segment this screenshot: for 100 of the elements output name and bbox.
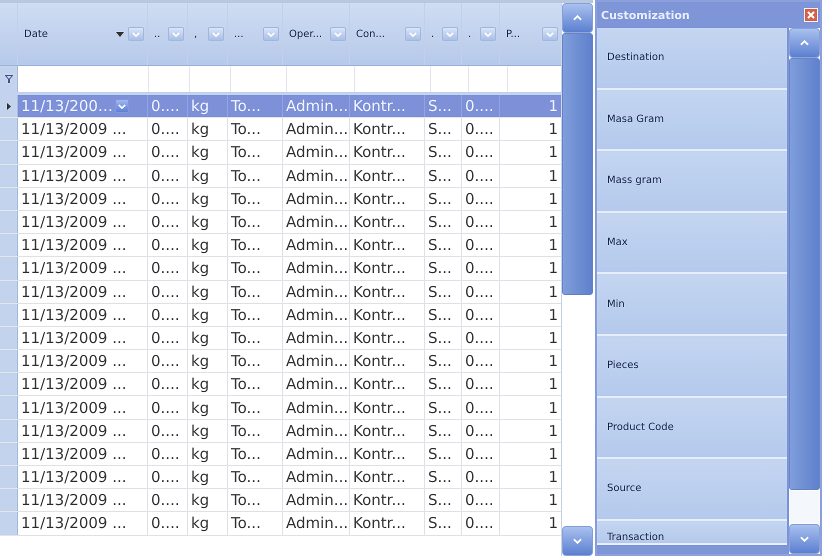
chevron-down-icon	[118, 104, 126, 109]
table-cell: 0....	[465, 120, 494, 138]
table-cell: 1	[548, 468, 558, 486]
table-cell: Admin...	[286, 398, 348, 417]
table-cell: Admin...	[286, 468, 348, 486]
column-header[interactable]: .	[431, 28, 438, 40]
table-row[interactable]: 11/13/2009 ... 0.... kg To... Admin... Kontr... S... 0.... 1	[0, 188, 561, 211]
filter-dropdown-button[interactable]	[442, 27, 458, 41]
table-cell: 11/13/2009 ...	[21, 328, 127, 347]
table-cell: Admin...	[286, 236, 348, 254]
table-cell: kg	[191, 306, 210, 324]
column-header[interactable]: P...	[506, 28, 538, 40]
chevron-down-icon	[446, 32, 454, 36]
filter-dropdown-button[interactable]	[263, 27, 279, 41]
column-chooser-item[interactable]: Pieces	[597, 336, 787, 398]
column-chooser-item[interactable]: Transaction	[597, 520, 787, 545]
table-cell: 0....	[151, 236, 180, 254]
filter-dropdown-button[interactable]	[330, 27, 346, 41]
table-cell: S...	[428, 97, 452, 116]
table-row[interactable]: 11/13/2009 ... 0.... kg To... Admin... Kontr... S... 0.... 1	[0, 257, 561, 280]
table-cell: 1	[548, 213, 558, 232]
table-row[interactable]: 11/13/2009 ... 0.... kg To... Admin... Kontr... S... 0.... 1	[0, 304, 561, 327]
table-cell: Kontr...	[353, 514, 406, 532]
filter-dropdown-button[interactable]	[542, 27, 558, 41]
column-header[interactable]: Oper...	[289, 28, 326, 40]
table-cell: Admin...	[286, 120, 348, 138]
table-cell: 1	[548, 514, 558, 532]
table-cell: Kontr...	[353, 236, 406, 254]
scroll-up-button[interactable]	[562, 3, 593, 33]
column-header[interactable]: ..	[154, 28, 164, 40]
table-cell: Admin...	[286, 259, 348, 278]
table-row[interactable]: 11/13/2009 ... 0.... kg To... Admin... Kontr... S... 0.... 1	[0, 280, 561, 304]
table-row[interactable]: 11/13/2009 ... 0.... kg To... Admin... Kontr... S... 0.... 1	[0, 210, 561, 234]
table-cell: 0....	[465, 491, 494, 510]
table-cell: Kontr...	[353, 468, 406, 486]
column-chooser-item[interactable]: Min	[597, 274, 787, 336]
filter-dropdown-button[interactable]	[128, 27, 144, 41]
column-header[interactable]: ,	[194, 28, 204, 40]
table-cell: 11/13/2009 ...	[21, 236, 127, 254]
table-cell: kg	[191, 422, 210, 440]
column-header[interactable]: .	[468, 28, 476, 40]
close-button[interactable]	[804, 8, 818, 22]
table-row[interactable]: 11/13/2009 ... 0.... kg To... Admin... Kontr... S... 0.... 1	[0, 420, 561, 443]
column-header[interactable]: Date	[24, 28, 112, 40]
column-chooser-item[interactable]: Source	[597, 459, 787, 521]
chevron-down-icon	[334, 32, 342, 36]
chevron-down-icon	[267, 32, 275, 36]
scroll-up-button[interactable]	[789, 28, 820, 58]
column-chooser-item[interactable]: Masa Gram	[597, 90, 787, 152]
filter-dropdown-button[interactable]	[405, 27, 421, 41]
table-cell: 11/13/2009 ...	[21, 282, 127, 301]
column-chooser-item[interactable]: Mass gram	[597, 151, 787, 213]
table-row[interactable]: 11/13/2009 ... 0.... kg To... Admin... Kontr... S... 0.... 1	[0, 373, 561, 396]
table-cell: 0....	[151, 352, 180, 370]
table-row[interactable]: 11/13/2009 ... 0.... kg To... Admin... Kontr... S... 0.... 1	[0, 164, 561, 188]
scrollbar-thumb[interactable]	[789, 58, 820, 490]
table-cell: kg	[191, 282, 210, 301]
table-row[interactable]: 11/13/2009 ... 0.... kg To... Admin... Kontr... S... 0.... 1	[0, 234, 561, 258]
column-header[interactable]: ...	[234, 28, 259, 40]
table-row[interactable]: 11/13/2009 ... 0.... kg To... Admin... Kontr... S... 0.... 1	[0, 489, 561, 512]
table-cell: 0....	[151, 166, 180, 185]
scroll-down-button[interactable]	[562, 526, 593, 556]
table-cell: 11/13/2009 ...	[21, 398, 127, 417]
table-cell: 0....	[151, 213, 180, 232]
scrollbar-thumb[interactable]	[562, 33, 593, 295]
table-cell: Kontr...	[353, 166, 406, 185]
table-cell: Admin...	[286, 97, 348, 116]
table-cell: Admin...	[286, 143, 348, 162]
column-chooser-item[interactable]: Destination	[597, 28, 787, 90]
table-cell: S...	[428, 190, 452, 208]
filter-dropdown-button[interactable]	[480, 27, 496, 41]
table-cell: 0....	[465, 259, 494, 278]
table-row[interactable]: 11/13/2009 ... 0.... kg To... Admin... Kontr... S... 0.... 1	[0, 466, 561, 490]
table-row[interactable]: 11/13/2009 ... 0.... kg To... Admin... Kontr... S... 0.... 1	[0, 141, 561, 165]
column-chooser-item[interactable]: Max	[597, 212, 787, 274]
table-cell: Admin...	[286, 306, 348, 324]
table-cell: Admin...	[286, 444, 348, 463]
filter-dropdown-button[interactable]	[208, 27, 224, 41]
vertical-scrollbar[interactable]	[561, 3, 593, 556]
filter-dropdown-button[interactable]	[168, 27, 184, 41]
vertical-scrollbar[interactable]	[787, 28, 820, 554]
table-cell: To...	[231, 306, 261, 324]
table-cell: 1	[548, 282, 558, 301]
table-cell: S...	[428, 491, 452, 510]
chevron-down-icon	[573, 538, 582, 544]
table-row[interactable]: 11/13/2009 ... 0.... kg To... Admin... Kontr... S... 0.... 1	[0, 118, 561, 142]
table-cell: 1	[548, 306, 558, 324]
table-row[interactable]: 11/13/2009 ... 0.... kg To... Admin... Kontr... S... 0.... 1	[0, 350, 561, 374]
table-row[interactable]: 11/13/2009 ... 0.... kg To... Admin... Kontr... S... 0.... 1	[0, 512, 561, 536]
table-row[interactable]: 11/13/2009 ... 0.... kg To... Admin... Kontr... S... 0.... 1	[0, 326, 561, 350]
table-cell: 1	[548, 398, 558, 417]
column-header[interactable]: Con...	[356, 28, 401, 40]
scroll-down-button[interactable]	[789, 524, 820, 554]
table-row[interactable]: 11/13/2009 ... 0.... kg To... Admin... Kontr... S... 0.... 1	[0, 442, 561, 466]
chevron-down-icon	[409, 32, 417, 36]
table-cell: To...	[231, 491, 261, 510]
cell-dropdown-button[interactable]	[114, 99, 129, 114]
column-chooser-item[interactable]: Product Code	[597, 398, 787, 460]
table-cell: To...	[231, 352, 261, 370]
table-row[interactable]: 11/13/2009 ... 0.... kg To... Admin... Kontr... S... 0.... 1	[0, 396, 561, 420]
